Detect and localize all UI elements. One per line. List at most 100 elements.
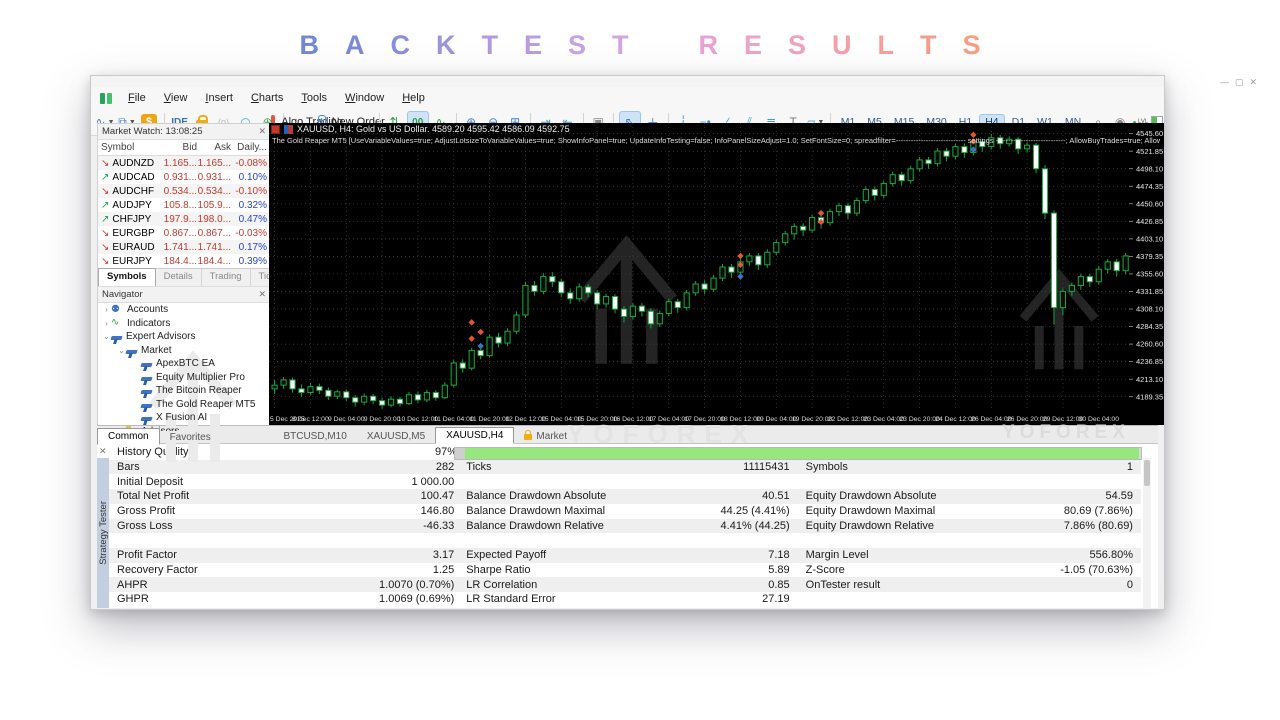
tester-row: [109, 533, 1141, 548]
menu-item-view[interactable]: View: [155, 90, 197, 106]
ask-value: 105.9...: [197, 199, 231, 211]
tester-row: Profit Factor 3.17 Expected Payoff 7.18 Marg…: [109, 547, 1141, 563]
stat-value: 3.17: [432, 549, 455, 562]
daily-change: -0.03%: [235, 227, 267, 239]
stat-value: 4.41% (44.25): [720, 519, 790, 532]
tester-scrollbar[interactable]: [1143, 458, 1151, 608]
tester-row: AHPR 1.0070 (0.70%) LR Correlation 0.85 OnTe…: [109, 577, 1141, 592]
navigator-tab-favorites[interactable]: Favorites: [160, 430, 221, 445]
tester-close-icon[interactable]: ✕: [99, 446, 107, 457]
candle-body: [692, 283, 699, 294]
strategy-tester-tab[interactable]: Strategy Tester: [97, 458, 109, 608]
market-watch-row[interactable]: ↘ EURJPY 184.4... 184.4... 0.39%: [98, 254, 270, 268]
bid-value: 0.931...: [163, 171, 197, 183]
navigator-item[interactable]: › ∿ Indicators: [98, 317, 270, 331]
navigator-item-label: X Fusion AI: [156, 412, 208, 424]
price-axis-label: 4308.10: [1136, 305, 1163, 314]
tree-expander-icon[interactable]: ›: [102, 319, 111, 328]
candle-body: [513, 314, 520, 332]
menu-item-charts[interactable]: Charts: [242, 90, 292, 106]
title-letter: T: [611, 30, 629, 60]
menu-item-help[interactable]: Help: [393, 90, 434, 106]
title-letter: L: [877, 30, 895, 60]
tree-expander-icon[interactable]: ›: [102, 305, 111, 314]
candle-body: [316, 386, 323, 391]
candle-body: [1095, 268, 1102, 283]
candle-body: [746, 255, 753, 263]
navigator-tab-common[interactable]: Common: [97, 428, 160, 445]
candle-body: [1024, 144, 1031, 150]
depth-of-market-icon[interactable]: [271, 124, 280, 134]
market-watch-table: ↘ AUDNZD 1.165... 1.165... -0.08% ↗ AUDCAD 0.93…: [98, 156, 270, 268]
maximize-icon[interactable]: ▢: [1235, 77, 1250, 87]
tester-cell: Balance Drawdown Absolute 40.51: [462, 489, 797, 504]
close-icon[interactable]: ✕: [1250, 77, 1264, 87]
candle-body: [773, 242, 780, 253]
market-watch-close-icon[interactable]: ✕: [258, 126, 266, 137]
navigator-item-label: Equity Multiplier Pro: [156, 371, 245, 383]
market-watch-row[interactable]: ↘ EURAUD 1.741... 1.741... 0.17%: [98, 240, 270, 254]
market-watch-row[interactable]: ↗ CHFJPY 197.9... 198.0... 0.47%: [98, 212, 270, 226]
candle-body: [674, 301, 681, 309]
time-axis-label: 19 Dec 20:00: [792, 416, 833, 423]
navigator-item[interactable]: ⌄ Market: [98, 344, 270, 358]
ea-parameters-line: The Gold Reaper MT5 [UseVariableValues=t…: [272, 136, 1160, 145]
market-watch-row[interactable]: ↗ AUDJPY 105.8... 105.9... 0.32%: [98, 198, 270, 212]
navigator-item[interactable]: The Gold Reaper MT5: [98, 398, 270, 412]
navigator-item[interactable]: X Fusion AI: [98, 411, 270, 425]
navigator-item-label: The Bitcoin Reaper: [156, 385, 242, 397]
candle-body: [701, 283, 708, 290]
arrow-up-icon: ↗: [101, 199, 110, 211]
chart-panel[interactable]: 4545.60 4521.85 4498.10 4474.35 4450.60 4426.…: [269, 123, 1164, 425]
symbol-name: AUDNZD: [112, 157, 155, 169]
chart-tab-xauusd-m5[interactable]: XAUUSD,M5: [357, 429, 435, 444]
market-watch-tab-trading[interactable]: Trading: [202, 269, 251, 286]
market-watch-row[interactable]: ↘ AUDCHF 0.534... 0.534... -0.10%: [98, 184, 270, 198]
chart-title-line: XAUUSD, H4: Gold vs US Dollar. 4589.20 4…: [271, 124, 1151, 134]
navigator-item[interactable]: Equity Multiplier Pro: [98, 371, 270, 385]
candle-body: [387, 398, 395, 406]
menu-item-insert[interactable]: Insert: [196, 90, 242, 106]
navigator-item[interactable]: ⌄ Expert Advisors: [98, 330, 270, 344]
chart-tab-label: Market: [536, 431, 567, 442]
chart-tab-label: XAUUSD,M5: [366, 431, 426, 442]
navigator-item[interactable]: › ⚉ Accounts: [98, 303, 270, 317]
stat-value: 1.0070 (0.70%): [379, 578, 455, 591]
market-watch-tab-ticks[interactable]: Ticks: [251, 269, 270, 286]
mw-col-header: Symbol: [101, 142, 135, 153]
candle-body: [710, 277, 717, 290]
market-watch-row[interactable]: ↗ AUDCAD 0.931... 0.931... 0.10%: [98, 170, 270, 184]
navigator-close-icon[interactable]: ✕: [258, 289, 266, 300]
title-letter: T: [920, 30, 937, 60]
candle-body: [862, 188, 869, 202]
stat-value: 54.59: [1105, 490, 1133, 503]
navigator-item[interactable]: ApexBTC EA: [98, 357, 270, 371]
navigator-item-label: ApexBTC EA: [156, 358, 215, 370]
market-watch-row[interactable]: ↘ EURGBP 0.867... 0.867... -0.03%: [98, 226, 270, 240]
chart-tab-btcusd-m10[interactable]: BTCUSD,M10: [273, 429, 356, 444]
price-axis-label: 4260.60: [1136, 340, 1163, 349]
chart-tab-label: XAUUSD,H4: [446, 430, 504, 441]
market-watch-row[interactable]: ↘ AUDNZD 1.165... 1.165... -0.08%: [98, 156, 270, 170]
window-controls[interactable]: —▢✕: [1220, 77, 1263, 88]
daily-change: 0.39%: [238, 255, 267, 267]
daily-change: -0.10%: [235, 185, 267, 197]
menu-item-file[interactable]: File: [119, 90, 155, 106]
menu-item-window[interactable]: Window: [336, 90, 393, 106]
stat-value: 1: [1126, 461, 1133, 474]
time-axis-label: 19 Dec 04:00: [756, 416, 797, 423]
minimize-icon[interactable]: —: [1220, 77, 1235, 87]
menu-item-tools[interactable]: Tools: [292, 90, 336, 106]
chart-tab-market[interactable]: Market: [514, 429, 577, 444]
price-axis-label: 4331.85: [1136, 287, 1163, 296]
arrow-down-icon: ↘: [101, 255, 110, 267]
tester-row: History Quality 97%: [109, 445, 1142, 460]
stat-value: 282: [435, 461, 455, 474]
candle-body: [1122, 255, 1129, 272]
bid-value: 105.8...: [163, 199, 197, 211]
navigator-item[interactable]: The Bitcoin Reaper: [98, 384, 270, 398]
chart-tab-xauusd-h4[interactable]: XAUUSD,H4: [435, 427, 515, 444]
stat-label: Balance Drawdown Maximal: [466, 505, 606, 518]
market-watch-tab-details[interactable]: Details: [156, 269, 202, 286]
market-watch-tab-symbols[interactable]: Symbols: [98, 268, 156, 286]
